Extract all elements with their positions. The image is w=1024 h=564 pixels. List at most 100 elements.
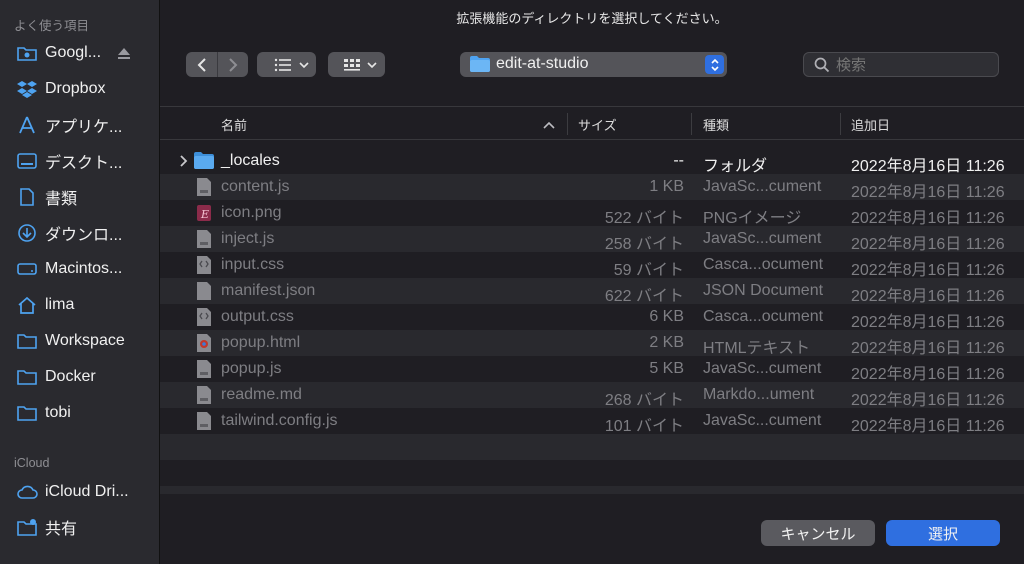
sidebar-item-macintosh-hd[interactable]: Macintos... — [0, 254, 159, 284]
desktop-icon — [16, 151, 38, 171]
location-popup[interactable]: edit-at-studio — [460, 52, 727, 77]
grid-view-icon — [343, 58, 360, 71]
folder-icon — [194, 152, 214, 172]
table-row[interactable]: tailwind.config.js 101 バイト JavaSc...cume… — [160, 408, 1024, 435]
column-header-name[interactable]: 名前 — [221, 115, 247, 134]
sidebar-item-label: 共有 — [45, 521, 78, 538]
icloud-section-title: iCloud — [14, 456, 50, 470]
js-file-icon — [196, 177, 212, 197]
select-button[interactable]: 選択 — [886, 520, 1000, 546]
sidebar-item-label: tobi — [45, 404, 71, 421]
column-header-kind[interactable]: 種類 — [703, 115, 729, 134]
sidebar-item-documents[interactable]: 書類 — [0, 182, 159, 212]
file-date: 2022年8月16日 11:26 — [851, 262, 1005, 279]
home-icon — [16, 295, 38, 315]
file-kind: Casca...ocument — [703, 256, 824, 273]
file-date: 2022年8月16日 11:26 — [851, 392, 1005, 409]
folder-icon — [470, 56, 490, 77]
file-size: 622 バイト — [604, 288, 684, 305]
markdown-file-icon — [196, 385, 212, 405]
group-by-button[interactable] — [328, 52, 385, 77]
file-name: icon.png — [221, 204, 282, 221]
js-file-icon — [196, 229, 212, 249]
file-size: 5 KB — [649, 360, 684, 377]
table-row[interactable]: _locales -- フォルダ 2022年8月16日 11:26 — [160, 148, 1024, 175]
file-name: manifest.json — [221, 282, 316, 299]
sidebar-item-workspace[interactable]: Workspace — [0, 326, 159, 356]
back-button[interactable] — [186, 52, 217, 77]
sidebar-item-label: iCloud Dri... — [45, 483, 129, 500]
folder-icon — [16, 331, 38, 351]
table-row[interactable]: input.css 59 バイト Casca...ocument 2022年8月… — [160, 252, 1024, 279]
file-name: tailwind.config.js — [221, 412, 338, 429]
table-row[interactable]: content.js 1 KB JavaSc...cument 2022年8月1… — [160, 174, 1024, 201]
file-size: 268 バイト — [604, 392, 684, 409]
chevron-right-icon — [229, 57, 238, 72]
view-mode-list-button[interactable] — [257, 52, 316, 77]
column-header-date-added[interactable]: 追加日 — [851, 115, 890, 134]
sidebar-item-desktop[interactable]: デスクト... — [0, 146, 159, 176]
dropbox-icon — [16, 79, 38, 99]
png-file-icon: E — [196, 203, 212, 223]
column-header-size[interactable]: サイズ — [578, 115, 617, 134]
sidebar-item-icloud-drive[interactable]: iCloud Dri... — [0, 477, 159, 507]
sidebar-item-docker[interactable]: Docker — [0, 362, 159, 392]
css-file-icon — [196, 307, 212, 327]
js-file-icon — [196, 359, 212, 379]
favorites-section-title: よく使う項目 — [14, 19, 90, 33]
sidebar-item-applications[interactable]: アプリケ... — [0, 110, 159, 140]
file-size: 258 バイト — [604, 236, 684, 253]
file-kind: JavaSc...cument — [703, 178, 822, 195]
file-size: 1 KB — [649, 178, 684, 195]
sidebar-item-label: Macintos... — [45, 260, 123, 277]
sort-ascending-icon[interactable] — [543, 117, 555, 135]
sidebar-item-downloads[interactable]: ダウンロ... — [0, 218, 159, 248]
sidebar-item-shared[interactable]: 共有 — [0, 512, 159, 542]
file-size: -- — [673, 152, 684, 169]
table-row[interactable]: popup.html 2 KB HTMLテキスト 2022年8月16日 11:2… — [160, 330, 1024, 357]
file-kind: JavaSc...cument — [703, 230, 822, 247]
cancel-button[interactable]: キャンセル — [761, 520, 875, 546]
file-name: output.css — [221, 308, 294, 325]
navigation-buttons — [186, 52, 248, 77]
file-name: content.js — [221, 178, 290, 195]
search-field[interactable] — [803, 52, 999, 78]
sidebar-item-lima[interactable]: lima — [0, 290, 159, 320]
eject-icon[interactable] — [117, 46, 131, 60]
sidebar-item-label: 書類 — [45, 191, 78, 208]
sidebar-item-label: Workspace — [45, 332, 125, 349]
folder-icon — [16, 367, 38, 387]
current-folder-label: edit-at-studio — [496, 55, 589, 72]
json-file-icon — [196, 281, 212, 301]
file-date: 2022年8月16日 11:26 — [851, 158, 1005, 175]
search-input[interactable] — [834, 53, 998, 78]
file-kind: JavaSc...cument — [703, 412, 822, 429]
file-size: 101 バイト — [604, 418, 684, 435]
forward-button[interactable] — [218, 52, 248, 77]
table-row[interactable]: readme.md 268 バイト Markdo...ument 2022年8月… — [160, 382, 1024, 409]
column-divider[interactable] — [567, 113, 568, 135]
document-icon — [16, 187, 38, 207]
disclosure-triangle-icon[interactable] — [179, 154, 189, 168]
sidebar-item-dropbox[interactable]: Dropbox — [0, 74, 159, 104]
sidebar-item-label: Docker — [45, 368, 96, 385]
sidebar-item-label: ダウンロ... — [45, 227, 123, 244]
column-divider[interactable] — [691, 113, 692, 135]
table-row[interactable]: inject.js 258 バイト JavaSc...cument 2022年8… — [160, 226, 1024, 253]
table-row[interactable]: E icon.png 522 バイト PNGイメージ 2022年8月16日 11… — [160, 200, 1024, 227]
table-row[interactable]: manifest.json 622 バイト JSON Document 2022… — [160, 278, 1024, 305]
table-row[interactable]: popup.js 5 KB JavaSc...cument 2022年8月16日… — [160, 356, 1024, 383]
file-kind: HTMLテキスト — [703, 340, 811, 357]
column-divider[interactable] — [840, 113, 841, 135]
sidebar-item-label: アプリケ... — [45, 119, 123, 136]
popup-stepper-icon — [705, 55, 724, 74]
sidebar-item-google-drive[interactable]: Googl... — [0, 38, 159, 68]
applications-icon — [16, 115, 38, 135]
sidebar-item-tobi[interactable]: tobi — [0, 398, 159, 428]
table-row[interactable]: output.css 6 KB Casca...ocument 2022年8月1… — [160, 304, 1024, 331]
file-size: 59 バイト — [613, 262, 684, 279]
file-date: 2022年8月16日 11:26 — [851, 184, 1005, 201]
empty-row — [160, 486, 1024, 494]
empty-row — [160, 434, 1024, 460]
column-header: 名前 サイズ 種類 追加日 — [160, 106, 1024, 140]
